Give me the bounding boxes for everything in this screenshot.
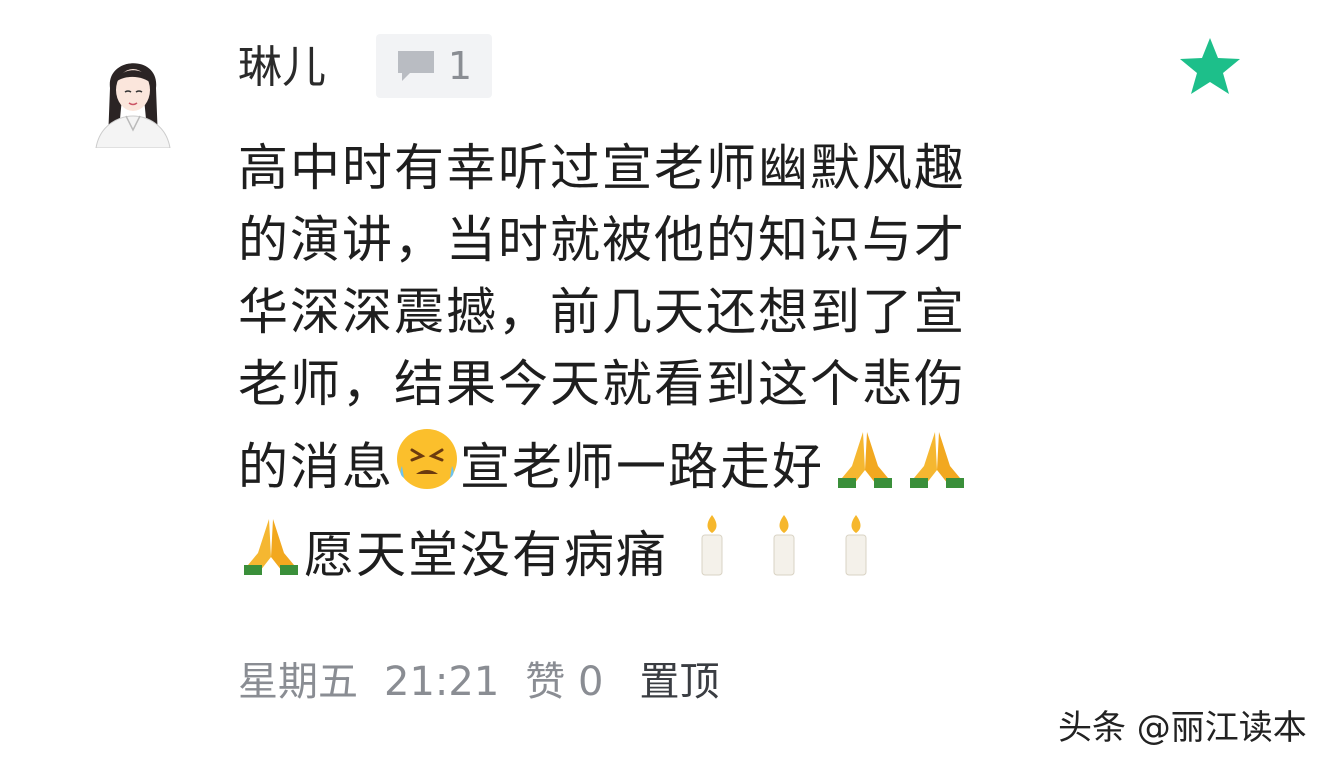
- comment-text: 的消息: [238, 438, 394, 496]
- candle-emoji: [836, 513, 876, 605]
- folded-hands-emoji: [832, 426, 898, 515]
- comment-text: 宣老师一路走好: [460, 438, 824, 496]
- user-name[interactable]: 琳儿: [238, 40, 326, 96]
- watermark: 头条 @丽江读本: [1058, 708, 1307, 748]
- comment-body: 高中时有幸听过宣老师幽默风趣 的演讲，当时就被他的知识与才 华深深震撼，前几天还…: [238, 132, 1078, 598]
- comment-line: 老师，结果今天就看到这个悲伤: [238, 355, 966, 413]
- comment-meta: 星期五 21:21 赞 0 置顶: [238, 652, 745, 712]
- comment-line: 华深深震撼，前几天还想到了宣: [238, 283, 966, 341]
- comment-time: 21:21: [384, 659, 500, 705]
- candle-emoji: [692, 513, 732, 605]
- comment-line: 的消息 宣老师一路走好: [238, 426, 1078, 506]
- pin-button[interactable]: 置顶: [639, 659, 719, 705]
- avatar[interactable]: [92, 48, 174, 149]
- comment-day: 星期五: [238, 659, 358, 705]
- persevering-face-emoji: [394, 426, 460, 515]
- comment-text: 愿天堂没有病痛: [304, 526, 668, 584]
- reply-count: 1: [447, 44, 473, 88]
- folded-hands-emoji: [238, 513, 304, 605]
- comment-line: 愿天堂没有病痛: [238, 512, 1078, 598]
- like-button[interactable]: 赞 0: [525, 659, 603, 705]
- reply-count-button[interactable]: 1: [376, 34, 492, 98]
- comment-bubble-icon: [396, 49, 436, 83]
- folded-hands-emoji: [904, 426, 970, 515]
- candle-emoji: [764, 513, 804, 605]
- comment-line: 的演讲，当时就被他的知识与才: [238, 211, 966, 269]
- comment-line: 高中时有幸听过宣老师幽默风趣: [238, 139, 966, 197]
- star-icon[interactable]: [1178, 34, 1242, 98]
